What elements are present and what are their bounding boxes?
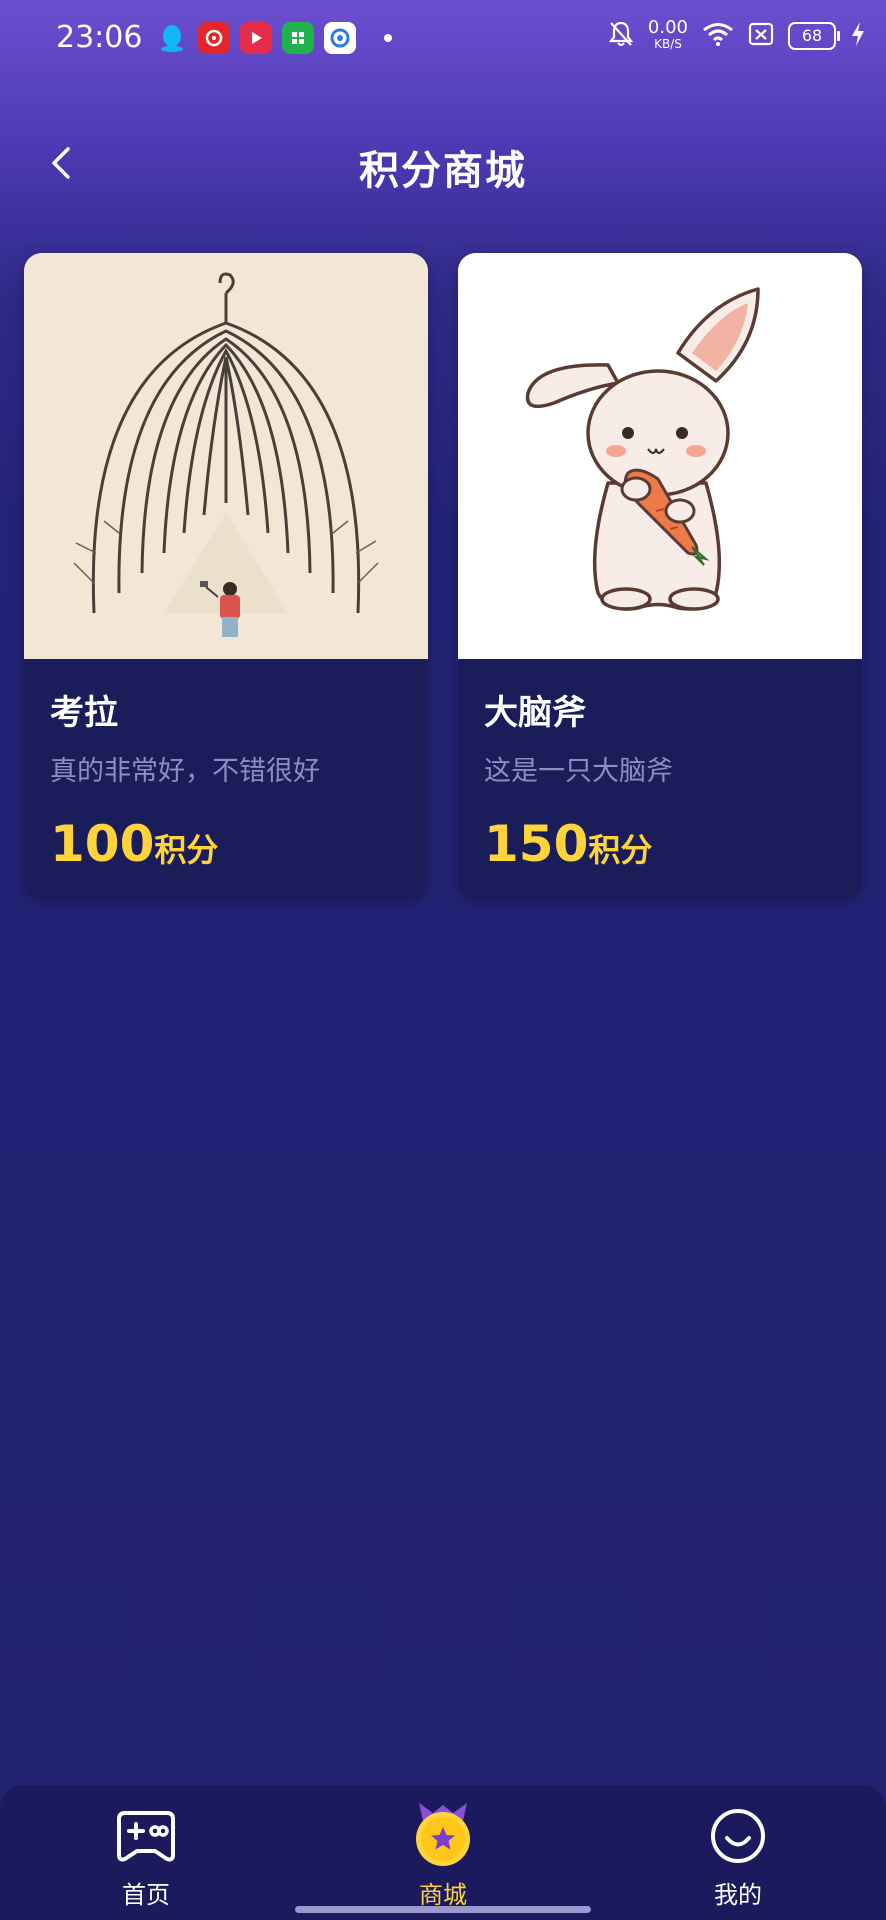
product-image-koala [24, 253, 428, 659]
product-name: 考拉 [50, 693, 118, 733]
star-medal-icon [416, 1803, 470, 1866]
status-time: 23:06 [56, 20, 143, 55]
home-indicator[interactable] [295, 1906, 591, 1913]
charging-icon [850, 21, 866, 51]
product-points-unit: 积分 [588, 831, 653, 869]
notification-icons [156, 22, 392, 54]
more-notifications-dot [384, 34, 392, 42]
product-points-value: 150 [484, 815, 589, 873]
netease-music-icon [198, 22, 230, 54]
mute-bell-icon [608, 20, 634, 52]
nav-item-home[interactable]: 首页 [86, 1807, 206, 1910]
bottom-nav: 首页 商城 我的 [0, 1785, 886, 1920]
product-points-value: 100 [50, 815, 155, 873]
browser-app-icon [324, 22, 356, 54]
product-points-unit: 积分 [154, 831, 219, 869]
product-name: 大脑斧 [484, 693, 586, 733]
video-app-icon [240, 22, 272, 54]
qq-icon [156, 22, 188, 54]
product-card[interactable]: 考拉 真的非常好，不错很好 100积分 [24, 253, 428, 899]
smiley-icon [711, 1809, 765, 1863]
system-indicators: 0.00 KB/S 68 [608, 17, 866, 52]
nav-label: 首页 [122, 1881, 170, 1909]
page-title: 积分商城 [359, 148, 527, 194]
status-bar: 23:06 0.00 KB/S 68 [0, 0, 886, 80]
green-app-icon [282, 22, 314, 54]
battery-indicator: 68 [788, 22, 840, 50]
wifi-icon [702, 21, 734, 51]
network-speed-value: 0.00 [647, 17, 688, 38]
product-image-rabbit [458, 253, 862, 659]
nav-label: 我的 [714, 1881, 762, 1909]
product-grid: 考拉 真的非常好，不错很好 100积分 大脑斧 这是一只大脑斧 150积分 [24, 253, 862, 899]
product-description: 这是一只大脑斧 [484, 756, 673, 787]
product-description: 真的非常好，不错很好 [50, 756, 320, 787]
product-card[interactable]: 大脑斧 这是一只大脑斧 150积分 [458, 253, 862, 899]
gamepad-icon [117, 1811, 175, 1862]
network-speed: 0.00 KB/S [647, 17, 688, 52]
nav-item-mall[interactable]: 商城 [383, 1799, 503, 1910]
nav-label: 商城 [419, 1881, 467, 1909]
product-price: 150积分 [484, 815, 652, 873]
nav-item-mine[interactable]: 我的 [678, 1807, 798, 1910]
sim-disabled-icon [748, 21, 774, 51]
product-price: 100积分 [50, 815, 218, 873]
network-speed-unit: KB/S [654, 37, 682, 51]
